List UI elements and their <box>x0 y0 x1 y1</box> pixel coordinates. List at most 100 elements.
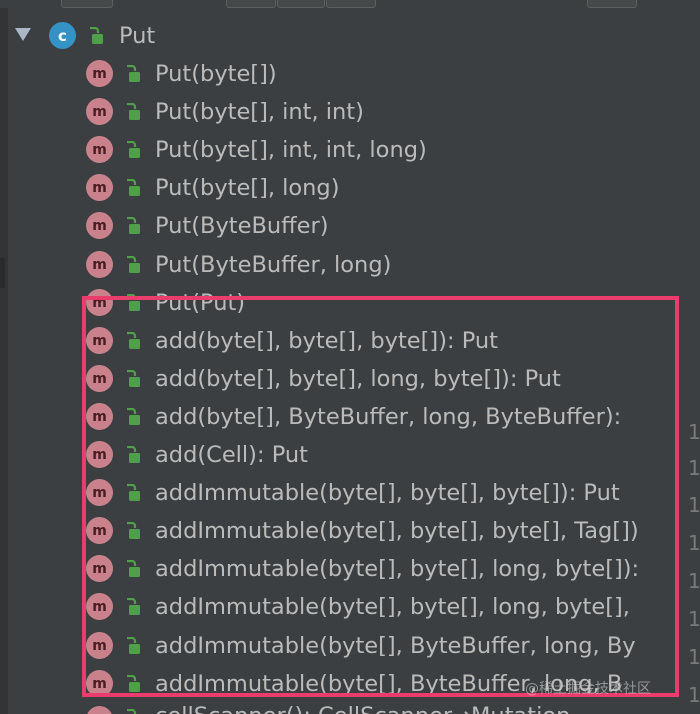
method-badge-icon: m <box>86 289 113 316</box>
method-badge-letter: m <box>92 637 107 654</box>
method-label: Put(byte[]) <box>155 61 277 87</box>
unlocked-icon <box>127 709 137 714</box>
unlocked-icon <box>127 637 140 654</box>
method-badge-letter: m <box>92 560 107 577</box>
method-badge-icon: m <box>86 632 113 659</box>
method-badge-icon: m <box>86 98 113 125</box>
unlocked-icon <box>127 294 140 311</box>
unlocked-icon <box>127 332 140 349</box>
method-label: addImmutable(byte[], byte[], long, byte[… <box>155 594 630 620</box>
method-badge-icon: m <box>86 136 113 163</box>
tree-node-method[interactable]: m Put(byte[], int, int, long) <box>0 131 700 169</box>
tree-node-method[interactable]: m Put(Put) <box>0 284 700 322</box>
method-label: Put(byte[], int, int) <box>155 99 364 125</box>
method-badge-letter: m <box>92 65 107 82</box>
method-badge-letter: m <box>92 179 107 196</box>
line-number-digit: 1 <box>688 683 700 707</box>
tree-node-method[interactable]: m Put(ByteBuffer) <box>0 207 700 245</box>
method-badge-letter: m <box>92 217 107 234</box>
tree-node-method[interactable]: m add(byte[], byte[], long, byte[]): Put <box>0 360 700 398</box>
unlocked-icon <box>127 675 140 692</box>
unlocked-icon <box>127 370 140 387</box>
method-badge-icon: m <box>86 251 113 278</box>
unlocked-icon <box>127 484 140 501</box>
tree-node-method[interactable]: m Put(byte[]) <box>0 55 700 93</box>
method-badge-letter: m <box>92 332 107 349</box>
class-badge-letter: c <box>58 26 67 45</box>
unlocked-icon <box>127 141 140 158</box>
unlocked-icon <box>127 560 140 577</box>
tree-node-method[interactable]: m add(byte[], byte[], byte[]): Put <box>0 322 700 360</box>
method-badge-icon: m <box>86 593 113 620</box>
method-badge-letter: m <box>92 370 107 387</box>
tree-node-method[interactable]: m addImmutable(byte[], byte[], byte[], Ta… <box>0 512 700 550</box>
method-badge-letter: m <box>92 141 107 158</box>
watermark: @稀土掘金技术社区 <box>525 681 651 697</box>
method-badge-icon: m <box>86 174 113 201</box>
method-badge-letter: m <box>92 675 107 692</box>
tree-node-method[interactable]: m Put(ByteBuffer, long) <box>0 246 700 284</box>
method-label: add(byte[], ByteBuffer, long, ByteBuffer… <box>155 404 622 430</box>
method-label: addImmutable(byte[], byte[], long, byte[… <box>155 556 640 582</box>
line-number-digit: 1 <box>688 493 700 517</box>
class-label: Put <box>119 23 156 49</box>
unlocked-icon <box>127 522 140 539</box>
method-badge-letter: m <box>92 103 107 120</box>
method-label: cellScanner(): CellScanner→Mutation <box>155 701 570 714</box>
tree-node-method[interactable]: m Put(byte[], long) <box>0 169 700 207</box>
method-badge-letter: m <box>92 408 107 425</box>
method-badge-letter: m <box>92 598 107 615</box>
unlocked-icon <box>127 408 140 425</box>
method-badge-letter: m <box>92 294 107 311</box>
method-label: Put(ByteBuffer, long) <box>155 252 392 278</box>
method-badge-icon: m <box>86 60 113 87</box>
method-badge-icon: m <box>86 365 113 392</box>
method-badge-letter: m <box>92 522 107 539</box>
unlocked-icon <box>127 103 140 120</box>
method-label: Put(byte[], int, int, long) <box>155 137 427 163</box>
line-number-digit: 1 <box>688 531 700 555</box>
structure-tree: c Put m Put(byte[]) m Put(byte[], int, int)… <box>0 0 700 714</box>
method-badge-icon: m <box>86 670 113 697</box>
method-badge-letter: m <box>92 484 107 501</box>
tree-node-method[interactable]: m add(byte[], ByteBuffer, long, ByteBuffe… <box>0 398 700 436</box>
method-label: add(Cell): Put <box>155 442 308 468</box>
line-number-digit: 1 <box>688 645 700 669</box>
tree-node-method[interactable]: m addImmutable(byte[], byte[], long, byte… <box>0 588 700 626</box>
line-number-digit: 1 <box>688 569 700 593</box>
unlocked-icon <box>127 65 140 82</box>
line-number-digit: 1 <box>688 607 700 631</box>
tree-node-method[interactable]: m addImmutable(byte[], ByteBuffer, long, … <box>0 627 700 665</box>
unlocked-icon <box>127 598 140 615</box>
class-badge-icon: c <box>49 22 76 49</box>
method-label: addImmutable(byte[], byte[], byte[], Tag… <box>155 518 639 544</box>
tree-node-class[interactable]: c Put <box>0 17 700 55</box>
method-badge-icon: m <box>86 403 113 430</box>
method-label: Put(byte[], long) <box>155 175 340 201</box>
unlocked-icon <box>127 446 140 463</box>
expand-triangle-icon[interactable] <box>15 28 31 41</box>
unlocked-icon <box>127 256 140 273</box>
unlocked-icon <box>127 217 140 234</box>
method-badge-icon: m <box>86 479 113 506</box>
method-label: addImmutable(byte[], ByteBuffer, long, B… <box>155 633 636 659</box>
method-label: Put(Put) <box>155 290 246 316</box>
line-number-digit: 1 <box>688 420 700 444</box>
method-badge-icon: m <box>86 517 113 544</box>
method-badge-icon: m <box>86 212 113 239</box>
tree-node-method[interactable]: m addImmutable(byte[], byte[], long, byte… <box>0 550 700 588</box>
method-label: Put(ByteBuffer) <box>155 213 329 239</box>
method-badge-letter: m <box>92 446 107 463</box>
tree-node-method[interactable]: m add(Cell): Put <box>0 436 700 474</box>
method-badge-letter: m <box>92 256 107 273</box>
unlocked-icon <box>127 179 140 196</box>
tree-node-method[interactable]: m addImmutable(byte[], byte[], byte[]): P… <box>0 474 700 512</box>
method-badge-icon: m <box>86 706 113 714</box>
method-badge-icon: m <box>86 555 113 582</box>
method-label: addImmutable(byte[], byte[], byte[]): Pu… <box>155 480 620 506</box>
unlocked-icon <box>90 27 103 44</box>
line-number-digit: 1 <box>688 456 700 480</box>
method-badge-icon: m <box>86 441 113 468</box>
tree-node-method[interactable]: m Put(byte[], int, int) <box>0 93 700 131</box>
tree-node-method-partial[interactable]: m cellScanner(): CellScanner→Mutation <box>0 698 700 714</box>
